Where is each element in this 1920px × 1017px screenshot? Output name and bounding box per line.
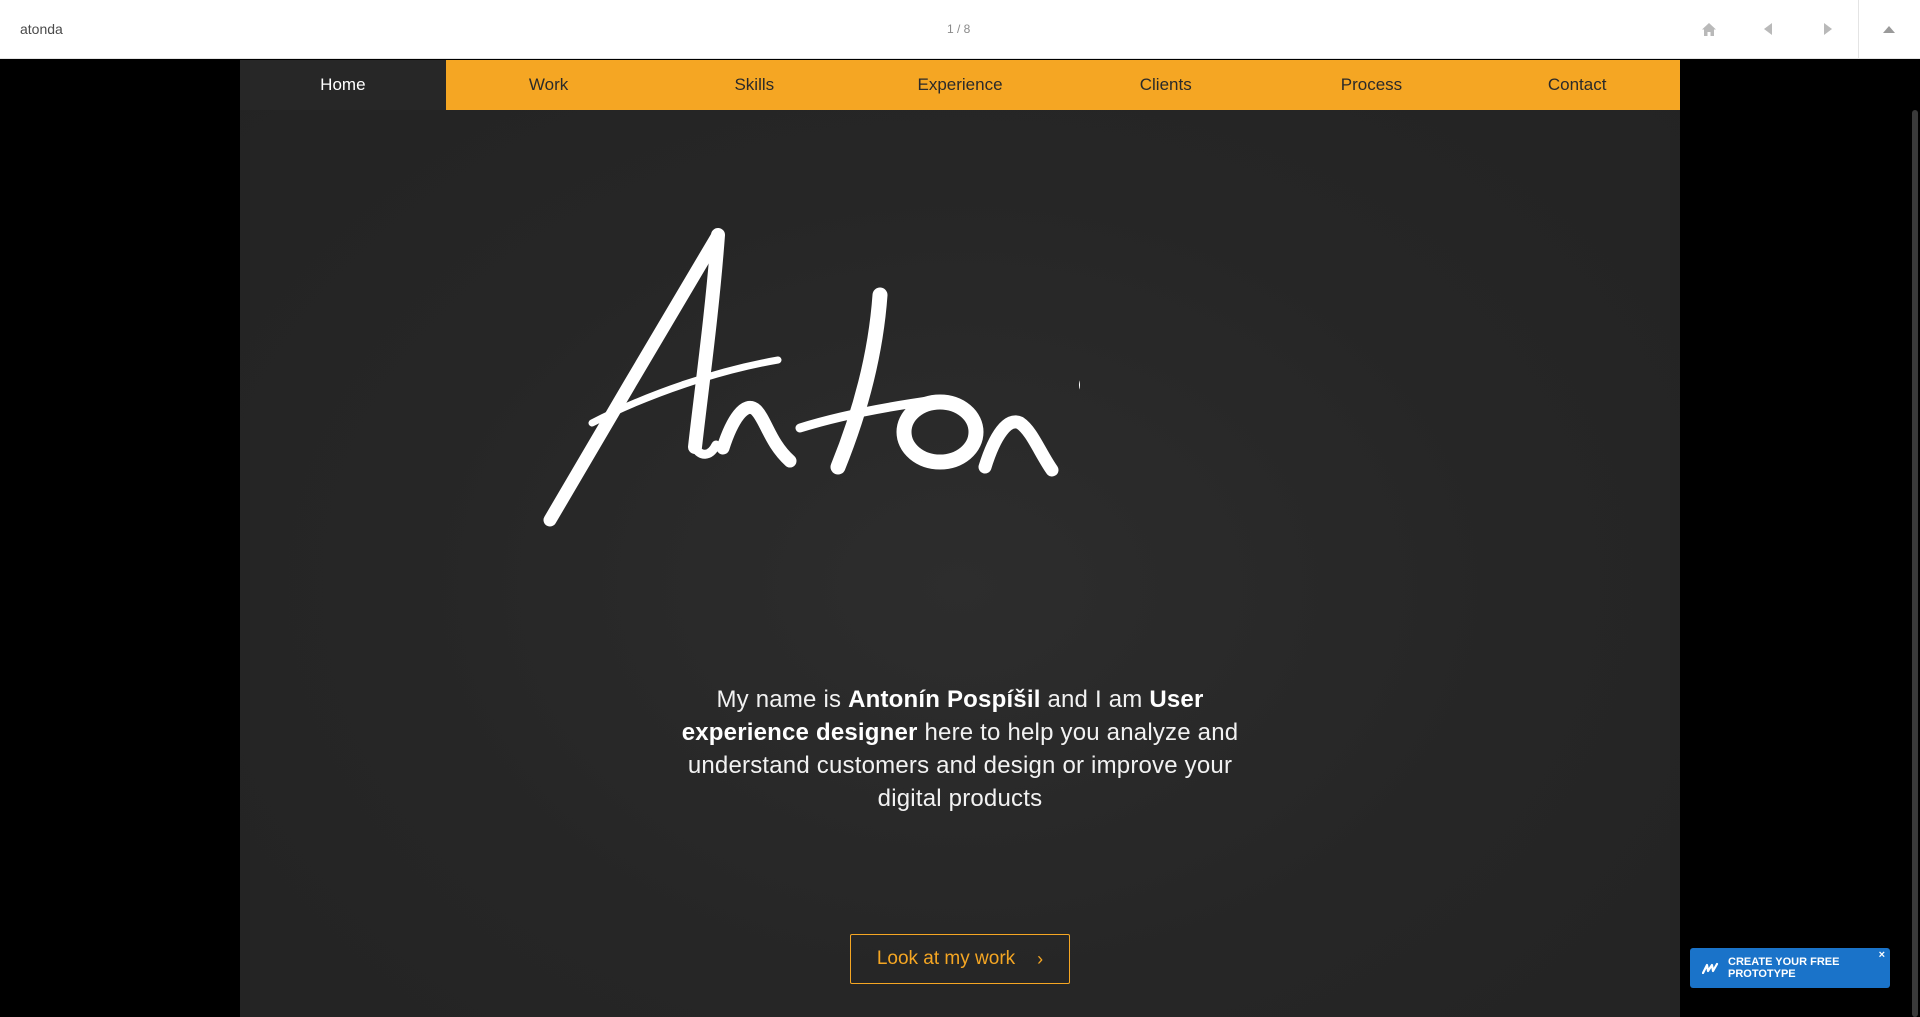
project-name: atonda — [20, 21, 63, 37]
designer-name: Antonín Pospíšil — [848, 686, 1041, 713]
intro-part: My name is — [716, 686, 849, 713]
close-icon[interactable]: × — [1879, 949, 1885, 961]
nav-clients[interactable]: Clients — [1063, 60, 1269, 110]
intro-part: and I am — [1040, 686, 1150, 713]
prototype-frame: Home Work Skills Experience Clients Proc… — [240, 60, 1680, 1017]
chevron-right-icon: › — [1037, 948, 1044, 969]
home-icon — [1702, 22, 1716, 36]
topbar-divider — [1858, 0, 1859, 59]
nav-skills[interactable]: Skills — [651, 60, 857, 110]
nav-experience[interactable]: Experience — [857, 60, 1063, 110]
collapse-toolbar-button[interactable] — [1872, 12, 1906, 46]
look-at-my-work-button[interactable]: Look at my work › — [850, 934, 1070, 984]
nav-home[interactable]: Home — [240, 60, 446, 110]
page-counter: 1 / 8 — [947, 22, 971, 36]
promo-label: CREATE YOUR FREE PROTOTYPE — [1728, 956, 1840, 980]
cta-label: Look at my work — [876, 948, 1016, 969]
marvel-logo-icon — [1702, 961, 1720, 975]
collapse-up-icon — [1883, 26, 1895, 33]
home-button[interactable] — [1692, 12, 1726, 46]
main-nav: Home Work Skills Experience Clients Proc… — [240, 60, 1680, 110]
next-screen-button[interactable] — [1811, 12, 1845, 46]
scrollbar[interactable] — [1912, 110, 1918, 1017]
create-prototype-banner[interactable]: CREATE YOUR FREE PROTOTYPE × — [1690, 948, 1890, 988]
viewer-topbar: atonda 1 / 8 — [0, 0, 1920, 59]
nav-contact[interactable]: Contact — [1474, 60, 1680, 110]
prev-screen-button[interactable] — [1751, 12, 1785, 46]
nav-process[interactable]: Process — [1269, 60, 1475, 110]
next-arrow-icon — [1824, 23, 1832, 35]
intro-text: My name is Antonín Pospíšil and I am Use… — [660, 683, 1260, 815]
prev-arrow-icon — [1764, 23, 1772, 35]
nav-work[interactable]: Work — [446, 60, 652, 110]
signature-logo — [543, 228, 1080, 527]
